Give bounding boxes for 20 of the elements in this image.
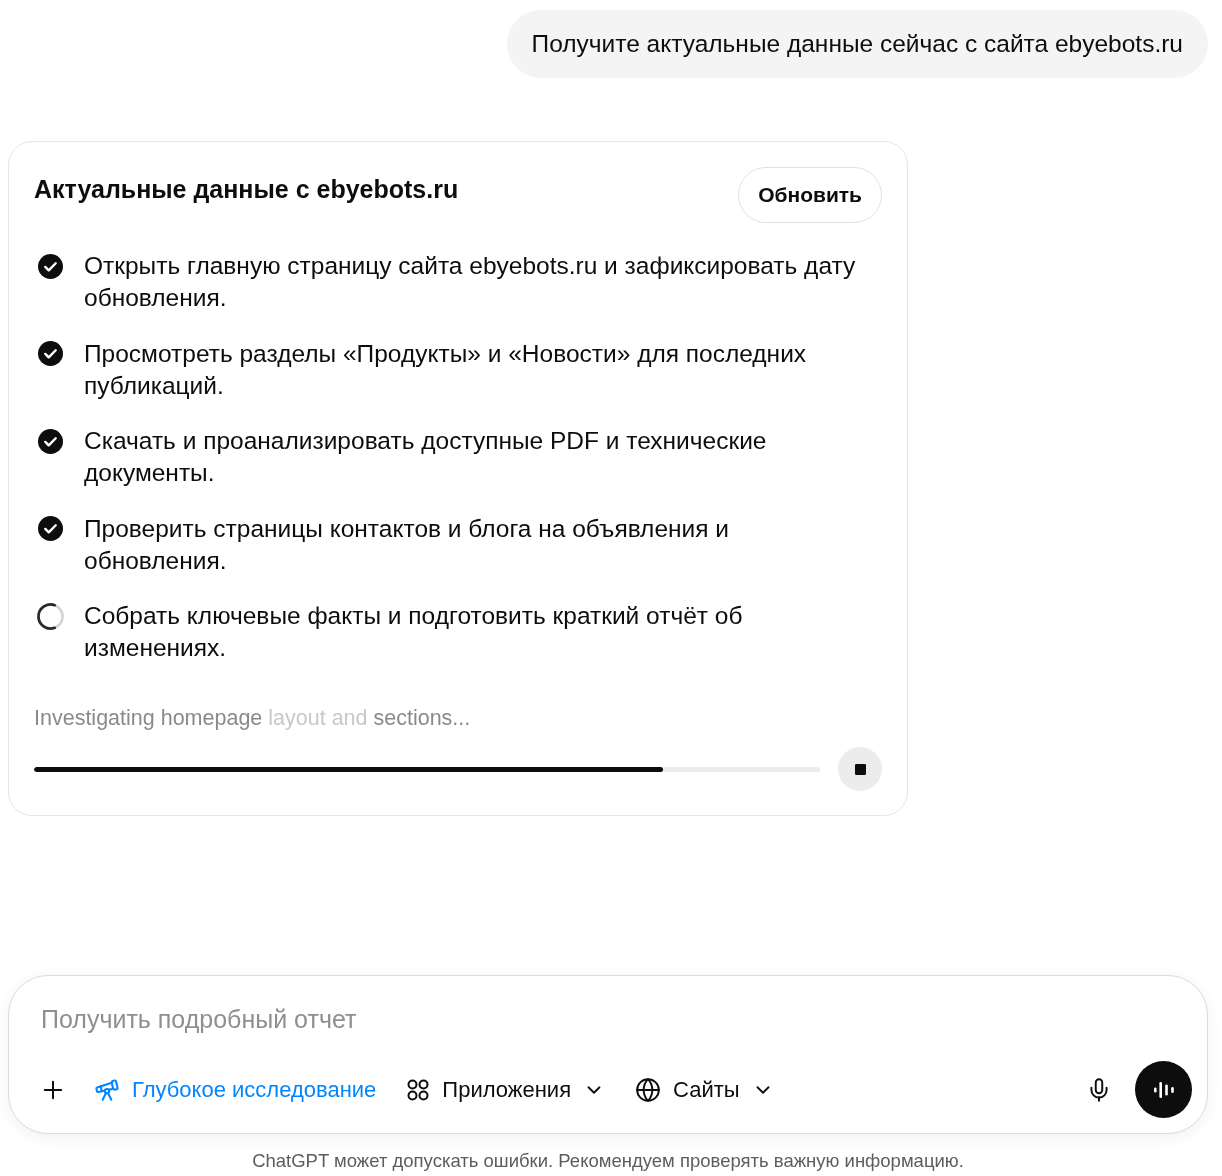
stop-icon bbox=[854, 763, 866, 775]
waveform-icon bbox=[1153, 1081, 1174, 1098]
voice-mode-button[interactable] bbox=[1135, 1061, 1192, 1118]
message-input[interactable]: Получить подробный отчет bbox=[41, 1002, 1175, 1038]
apps-dropdown[interactable]: Приложения bbox=[406, 1067, 606, 1112]
refresh-button[interactable]: Обновить bbox=[738, 167, 882, 223]
user-message: Получите актуальные данные сейчас с сайта ebyebots.ru bbox=[506, 10, 1208, 78]
step-text: Скачать и проанализировать доступные PDF и технические документы. bbox=[84, 426, 768, 488]
sites-dropdown[interactable]: Сайты bbox=[635, 1067, 774, 1112]
card-title: Актуальные данные с ebyebots.ru bbox=[34, 174, 459, 205]
stop-button[interactable] bbox=[838, 747, 882, 791]
step-text: Собрать ключевые факты и подготовить краткий отчёт об изменениях. bbox=[84, 601, 744, 663]
apps-icon bbox=[406, 1077, 431, 1102]
globe-icon bbox=[635, 1076, 662, 1103]
step-text: Проверить страницы контактов и блога на объявления и обновления. bbox=[84, 513, 730, 576]
step-text: Просмотреть разделы «Продукты» и «Новости» для последних публикаций. bbox=[84, 338, 808, 401]
telescope-icon bbox=[94, 1076, 120, 1103]
deep-research-button[interactable]: Глубокое исследование bbox=[94, 1067, 377, 1112]
disclaimer-text: ChatGPT может допускать ошибки. Рекомендуем проверять важную информацию. bbox=[252, 1149, 964, 1173]
step-text: Открыть главную страницу сайта ebyebots.ru и зафиксировать дату обновления. bbox=[84, 251, 857, 313]
